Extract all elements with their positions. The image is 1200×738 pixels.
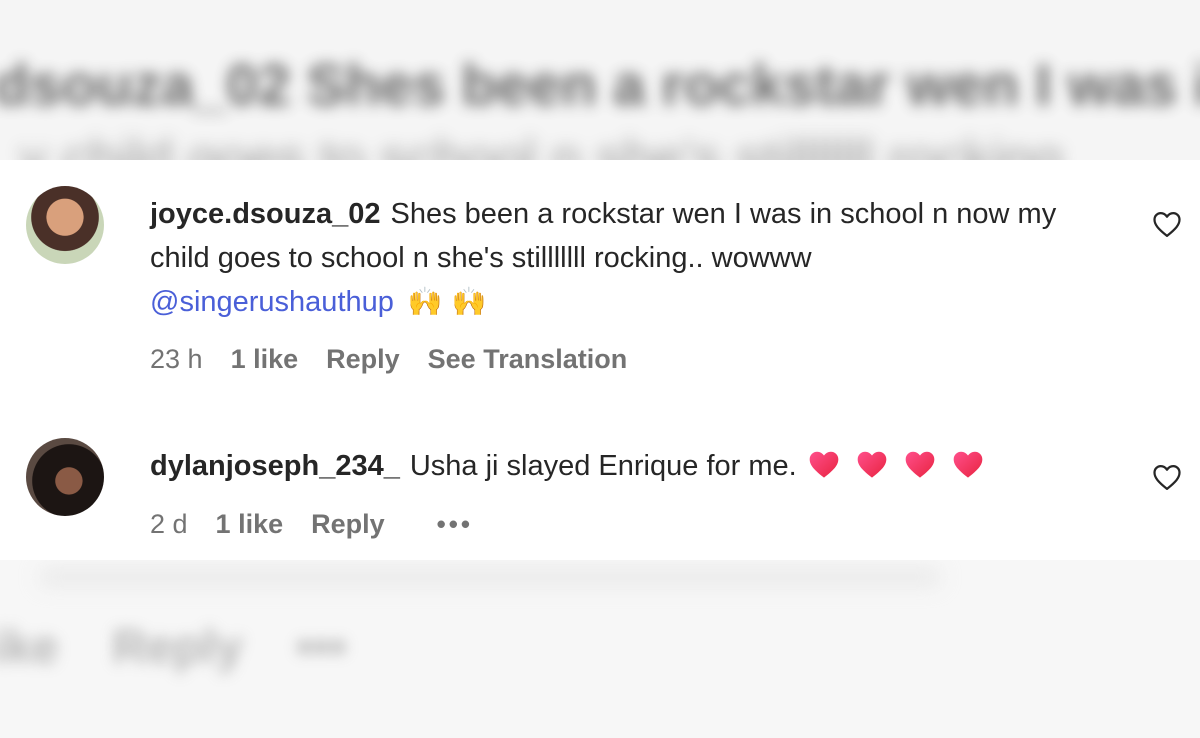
avatar[interactable] — [26, 438, 104, 516]
see-translation-button[interactable]: See Translation — [428, 344, 628, 375]
heart-icon[interactable] — [1152, 463, 1182, 491]
avatar[interactable] — [26, 186, 104, 264]
comments-panel: joyce.dsouza_02 Shes been a rockstar wen … — [0, 160, 1200, 560]
reply-button[interactable]: Reply — [311, 509, 385, 540]
comment-likes-count[interactable]: 1 like — [231, 344, 299, 375]
comment-username[interactable]: dylanjoseph_234_ — [150, 450, 400, 482]
blurred-line — [40, 568, 940, 586]
comment-username[interactable]: joyce.dsouza_02 — [150, 198, 381, 230]
blurred-footer-region: ike Reply ••• — [0, 560, 1200, 738]
comment-meta-row: 23 h 1 like Reply See Translation — [150, 344, 627, 375]
comment-mention-link[interactable]: @singerushauthup — [150, 286, 394, 318]
heart-icon[interactable] — [1152, 210, 1182, 238]
heart-emoji-icon — [905, 451, 935, 478]
heart-emoji-icon — [857, 451, 887, 478]
reply-button[interactable]: Reply — [326, 344, 400, 375]
comment-meta-row: 2 d 1 like Reply ••• — [150, 509, 473, 540]
comment-timestamp[interactable]: 2 d — [150, 509, 188, 540]
blurred-comment-text: dsouza_02 Shes been a rockstar wen I was… — [0, 53, 1200, 118]
comment-body: joyce.dsouza_02 Shes been a rockstar wen … — [150, 192, 1090, 324]
heart-emoji-group — [807, 449, 985, 479]
comment-timestamp[interactable]: 23 h — [150, 344, 203, 375]
comment-body: dylanjoseph_234_ Usha ji slayed Enrique f… — [150, 444, 1090, 488]
heart-emoji-icon — [953, 451, 983, 478]
comment-likes-count[interactable]: 1 like — [216, 509, 284, 540]
blurred-meta-text: ike Reply ••• — [0, 621, 347, 674]
more-options-icon[interactable]: ••• — [437, 509, 473, 540]
blurred-comment-text-2: y child goes to school n she's stillllll… — [20, 129, 1063, 160]
heart-emoji-icon — [809, 451, 839, 478]
raising-hands-emoji: 🙌 🙌 — [407, 285, 487, 318]
comment-text: Usha ji slayed Enrique for me. — [409, 450, 797, 482]
blurred-header-region: dsouza_02 Shes been a rockstar wen I was… — [0, 0, 1200, 160]
